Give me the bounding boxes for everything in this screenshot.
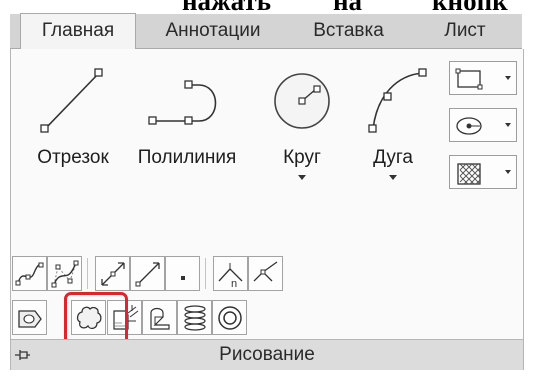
tab-sheet[interactable]: Лист <box>415 14 515 48</box>
polyline-tool-button[interactable]: Полилиния <box>123 55 251 205</box>
helix-button[interactable] <box>177 300 212 335</box>
divide-button[interactable]: n <box>213 256 248 291</box>
panel-title-bar[interactable]: Рисование <box>11 339 523 370</box>
separator <box>205 258 206 289</box>
circle-dropdown-arrow-icon[interactable] <box>298 175 306 180</box>
construction-line-button[interactable] <box>95 256 130 291</box>
document-word: кнопк <box>432 0 508 14</box>
rectangle-dropdown-arrow-icon[interactable] <box>505 76 511 80</box>
svg-text:n: n <box>231 278 237 289</box>
hatch-dropdown-arrow-icon[interactable] <box>505 170 511 174</box>
tab-home[interactable]: Главная <box>20 13 136 49</box>
spline-cv-button[interactable] <box>47 256 82 291</box>
region-button[interactable] <box>12 300 47 335</box>
arc-tool-label: Дуга <box>373 147 413 168</box>
spline-fit-icon <box>15 262 44 286</box>
arc-icon <box>368 68 427 133</box>
rectangle-tool-button[interactable] <box>449 61 517 95</box>
line-icon <box>40 68 103 133</box>
region-icon <box>18 310 42 328</box>
draw-panel: Отрезок Полилиния Круг Дуга n Рисование <box>10 49 524 370</box>
document-word: на <box>333 0 362 14</box>
measure-icon <box>253 261 278 282</box>
hatch-icon <box>457 163 481 185</box>
hatch-tool-button[interactable] <box>449 155 517 189</box>
divide-icon: n <box>218 263 243 289</box>
circle-icon <box>274 73 330 129</box>
separator <box>87 258 88 289</box>
construction-line-icon <box>101 262 125 286</box>
spline-cv-icon <box>51 260 79 288</box>
ray-button[interactable] <box>130 256 165 291</box>
measure-button[interactable] <box>248 256 283 291</box>
circle-tool-label: Круг <box>283 147 321 168</box>
donut-button[interactable] <box>212 300 247 335</box>
ellipse-tool-button[interactable] <box>449 108 517 142</box>
3d-polyline-icon <box>150 307 170 330</box>
document-text-strip: нажать на кнопк <box>0 0 533 14</box>
document-word: нажать <box>182 0 271 14</box>
spline-fit-button[interactable] <box>12 256 47 291</box>
polyline-tool-label: Полилиния <box>137 147 237 168</box>
point-icon <box>181 276 185 280</box>
ribbon-tabs: Главная Аннотации Вставка Лист <box>10 13 522 49</box>
polyline-icon <box>148 80 217 125</box>
helix-icon <box>184 305 206 331</box>
point-button[interactable] <box>165 256 200 291</box>
line-tool-label: Отрезок <box>37 147 109 168</box>
panel-title: Рисование <box>219 344 315 365</box>
circle-tool-button[interactable]: Круг <box>261 55 343 205</box>
rectangle-icon <box>455 68 483 90</box>
ellipse-dropdown-arrow-icon[interactable] <box>505 123 511 127</box>
tab-annotations[interactable]: Аннотации <box>144 14 282 48</box>
ellipse-icon <box>456 117 482 135</box>
line-tool-button[interactable]: Отрезок <box>17 55 129 205</box>
arc-dropdown-arrow-icon[interactable] <box>389 175 397 180</box>
tab-insert[interactable]: Вставка <box>292 14 405 48</box>
ray-icon <box>135 262 160 287</box>
arc-tool-button[interactable]: Дуга <box>353 55 433 205</box>
3d-polyline-button[interactable] <box>142 300 177 335</box>
donut-icon <box>218 306 242 330</box>
